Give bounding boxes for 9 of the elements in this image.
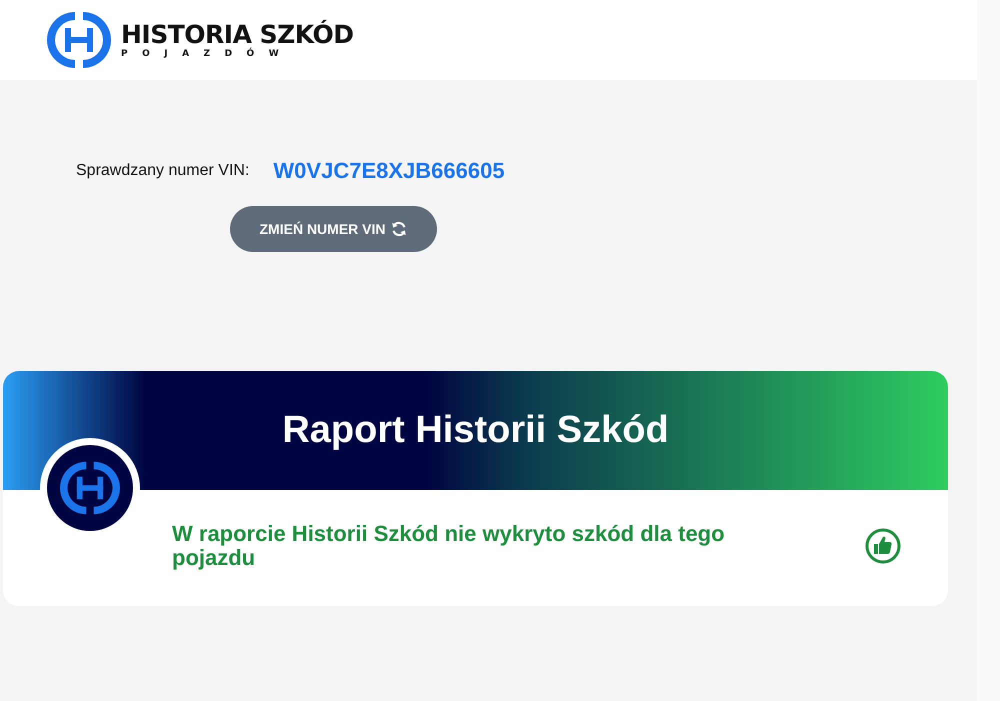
logo-subtitle: POJAZDÓW: [121, 50, 294, 58]
report-title: Raport Historii Szkód: [282, 409, 669, 452]
report-message: W raporcie Historii Szkód nie wykryto szkód dla tego pojazdu: [172, 522, 726, 570]
change-vin-button[interactable]: ZMIEŃ NUMER VIN: [230, 206, 437, 252]
vin-number: W0VJC7E8XJB666605: [273, 158, 505, 184]
refresh-icon: [390, 220, 408, 238]
vin-label: Sprawdzany numer VIN:: [76, 162, 250, 180]
logo-title: HISTORIA SZKÓD: [121, 22, 354, 46]
thumbs-up-icon: [865, 528, 901, 564]
